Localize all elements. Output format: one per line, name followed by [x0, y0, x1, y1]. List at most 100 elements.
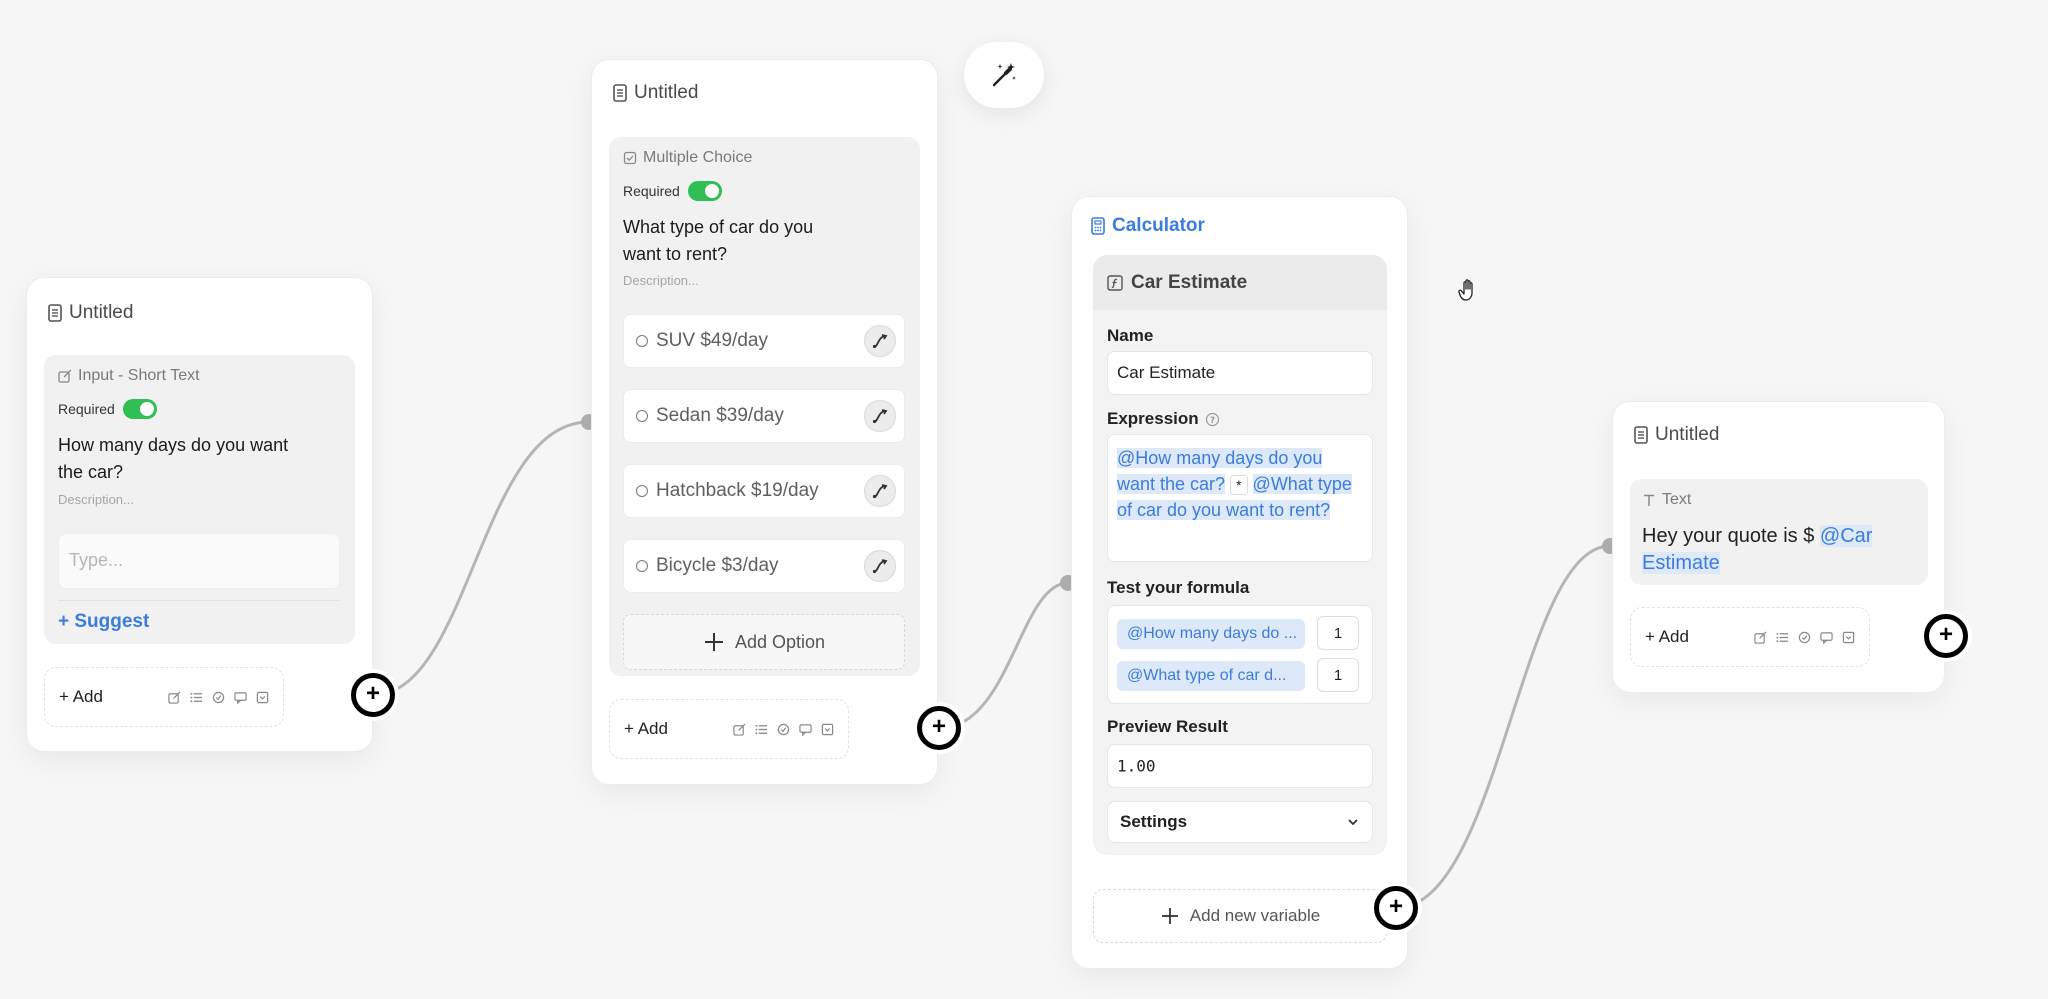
element-type: Text	[1642, 491, 1691, 509]
node-title-text: Untitled	[69, 302, 134, 323]
flow-canvas[interactable]: Untitled Input - Short Text Required How…	[0, 0, 2048, 999]
dropdown-icon[interactable]	[256, 691, 269, 704]
choice-option[interactable]: SUV $49/day	[623, 314, 905, 368]
node-calculator[interactable]: Calculator Car Estimate Name Car Estimat…	[1071, 196, 1408, 969]
choice-option[interactable]: Sedan $39/day	[623, 389, 905, 443]
text-content[interactable]: Hey your quote is $ @Car Estimate	[1642, 523, 1912, 577]
question-block[interactable]: Input - Short Text Required How many day…	[44, 355, 355, 644]
dropdown-icon[interactable]	[821, 723, 834, 736]
wire-node3-node4	[1395, 544, 1611, 910]
list-icon[interactable]	[755, 723, 768, 736]
add-variable-label: Add new variable	[1189, 906, 1321, 925]
add-variable-button[interactable]: Add new variable	[1093, 889, 1387, 943]
input-icon[interactable]	[1754, 631, 1767, 644]
dropdown-icon[interactable]	[1842, 631, 1855, 644]
add-element-bar[interactable]: + Add	[44, 667, 284, 727]
add-connection-button[interactable]: +	[351, 673, 395, 717]
svg-text:?: ?	[1210, 416, 1215, 426]
divider	[58, 600, 340, 601]
check-circle-icon[interactable]	[777, 723, 790, 736]
message-icon[interactable]	[1820, 631, 1833, 644]
document-icon	[48, 304, 62, 322]
check-circle-icon[interactable]	[1798, 631, 1811, 644]
test-value-input[interactable]: 1	[1317, 658, 1359, 692]
question-type-label: Multiple Choice	[643, 149, 753, 166]
add-connection-button[interactable]: +	[1924, 614, 1968, 658]
add-button[interactable]: + Add	[624, 719, 668, 739]
add-button[interactable]: + Add	[1645, 627, 1689, 647]
magic-wand-button[interactable]	[964, 42, 1044, 108]
radio-icon	[636, 410, 648, 422]
add-connection-button[interactable]: +	[1374, 886, 1418, 930]
node-title-text: Calculator	[1112, 215, 1205, 236]
branch-logic-button[interactable]	[864, 400, 896, 432]
add-option-button[interactable]: Add Option	[623, 614, 905, 670]
preview-result-label-text: Preview Result	[1107, 717, 1228, 736]
name-input[interactable]: Car Estimate	[1107, 351, 1373, 395]
branch-arrow-icon	[872, 484, 888, 499]
required-row: Required	[58, 399, 157, 419]
question-type-label: Input - Short Text	[78, 367, 200, 384]
node-short-text[interactable]: Untitled Input - Short Text Required How…	[26, 277, 373, 752]
node-text[interactable]: Untitled Text Hey your quote is $ @Car E…	[1612, 401, 1945, 693]
description-field[interactable]: Description...	[623, 273, 699, 288]
add-button[interactable]: + Add	[59, 687, 103, 707]
branch-logic-button[interactable]	[864, 550, 896, 582]
node-title: Calculator	[1090, 215, 1205, 237]
add-tools	[168, 691, 269, 704]
add-element-bar[interactable]: + Add	[609, 699, 849, 759]
option-label[interactable]: Bicycle $3/day	[656, 555, 779, 577]
branch-logic-button[interactable]	[864, 325, 896, 357]
branch-logic-button[interactable]	[864, 475, 896, 507]
list-icon[interactable]	[1776, 631, 1789, 644]
required-toggle[interactable]	[687, 181, 722, 201]
edit-input-icon	[58, 369, 72, 383]
node-title: Untitled	[612, 82, 698, 104]
choice-option[interactable]: Bicycle $3/day	[623, 539, 905, 593]
branch-arrow-icon	[872, 559, 888, 574]
preview-result-box: 1.00	[1107, 744, 1373, 788]
node-multiple-choice[interactable]: Untitled Multiple Choice Required What t…	[591, 59, 938, 785]
expression-editor[interactable]: @How many days do you want the car? * @W…	[1107, 434, 1373, 562]
node-title-text: Untitled	[1655, 424, 1720, 445]
option-label[interactable]: Hatchback $19/day	[656, 480, 819, 502]
required-toggle[interactable]	[122, 399, 157, 419]
option-label[interactable]: SUV $49/day	[656, 330, 768, 352]
description-field[interactable]: Description...	[58, 492, 134, 507]
question-text[interactable]: How many days do you want the car?	[58, 432, 308, 486]
question-text[interactable]: What type of car do you want to rent?	[623, 214, 853, 268]
choice-option[interactable]: Hatchback $19/day	[623, 464, 905, 518]
add-element-bar[interactable]: + Add	[1630, 607, 1870, 667]
test-value-input[interactable]: 1	[1317, 616, 1359, 650]
message-icon[interactable]	[799, 723, 812, 736]
settings-label: Settings	[1120, 812, 1188, 831]
branch-arrow-icon	[872, 334, 888, 349]
suggest-button[interactable]: + Suggest	[58, 611, 149, 633]
add-option-label: Add Option	[734, 631, 826, 652]
text-block[interactable]: Text Hey your quote is $ @Car Estimate	[1630, 479, 1928, 585]
list-icon[interactable]	[190, 691, 203, 704]
variable-header[interactable]: Car Estimate	[1093, 255, 1387, 310]
help-icon[interactable]: ?	[1205, 412, 1220, 427]
hand-cursor-icon	[1458, 279, 1473, 301]
name-label: Name	[1107, 326, 1153, 346]
chevron-down-icon	[1348, 819, 1358, 826]
plus-icon: +	[365, 680, 380, 707]
check-circle-icon[interactable]	[212, 691, 225, 704]
expression-label-text: Expression	[1107, 409, 1199, 428]
message-icon[interactable]	[234, 691, 247, 704]
wire-node2-node3	[939, 581, 1069, 730]
plus-icon	[1161, 908, 1178, 924]
document-icon	[1634, 426, 1648, 444]
input-icon[interactable]	[733, 723, 746, 736]
settings-dropdown[interactable]: Settings	[1107, 801, 1373, 843]
test-variable-chip: @What type of car d...	[1117, 661, 1305, 691]
input-icon[interactable]	[168, 691, 181, 704]
add-connection-button[interactable]: +	[917, 706, 961, 750]
required-label: Required	[623, 183, 680, 199]
option-label[interactable]: Sedan $39/day	[656, 405, 784, 427]
question-block[interactable]: Multiple Choice Required What type of ca…	[609, 137, 920, 676]
node-title: Untitled	[1633, 424, 1719, 446]
preview-result-value: 1.00	[1117, 756, 1156, 776]
test-formula-label-text: Test your formula	[1107, 578, 1250, 597]
